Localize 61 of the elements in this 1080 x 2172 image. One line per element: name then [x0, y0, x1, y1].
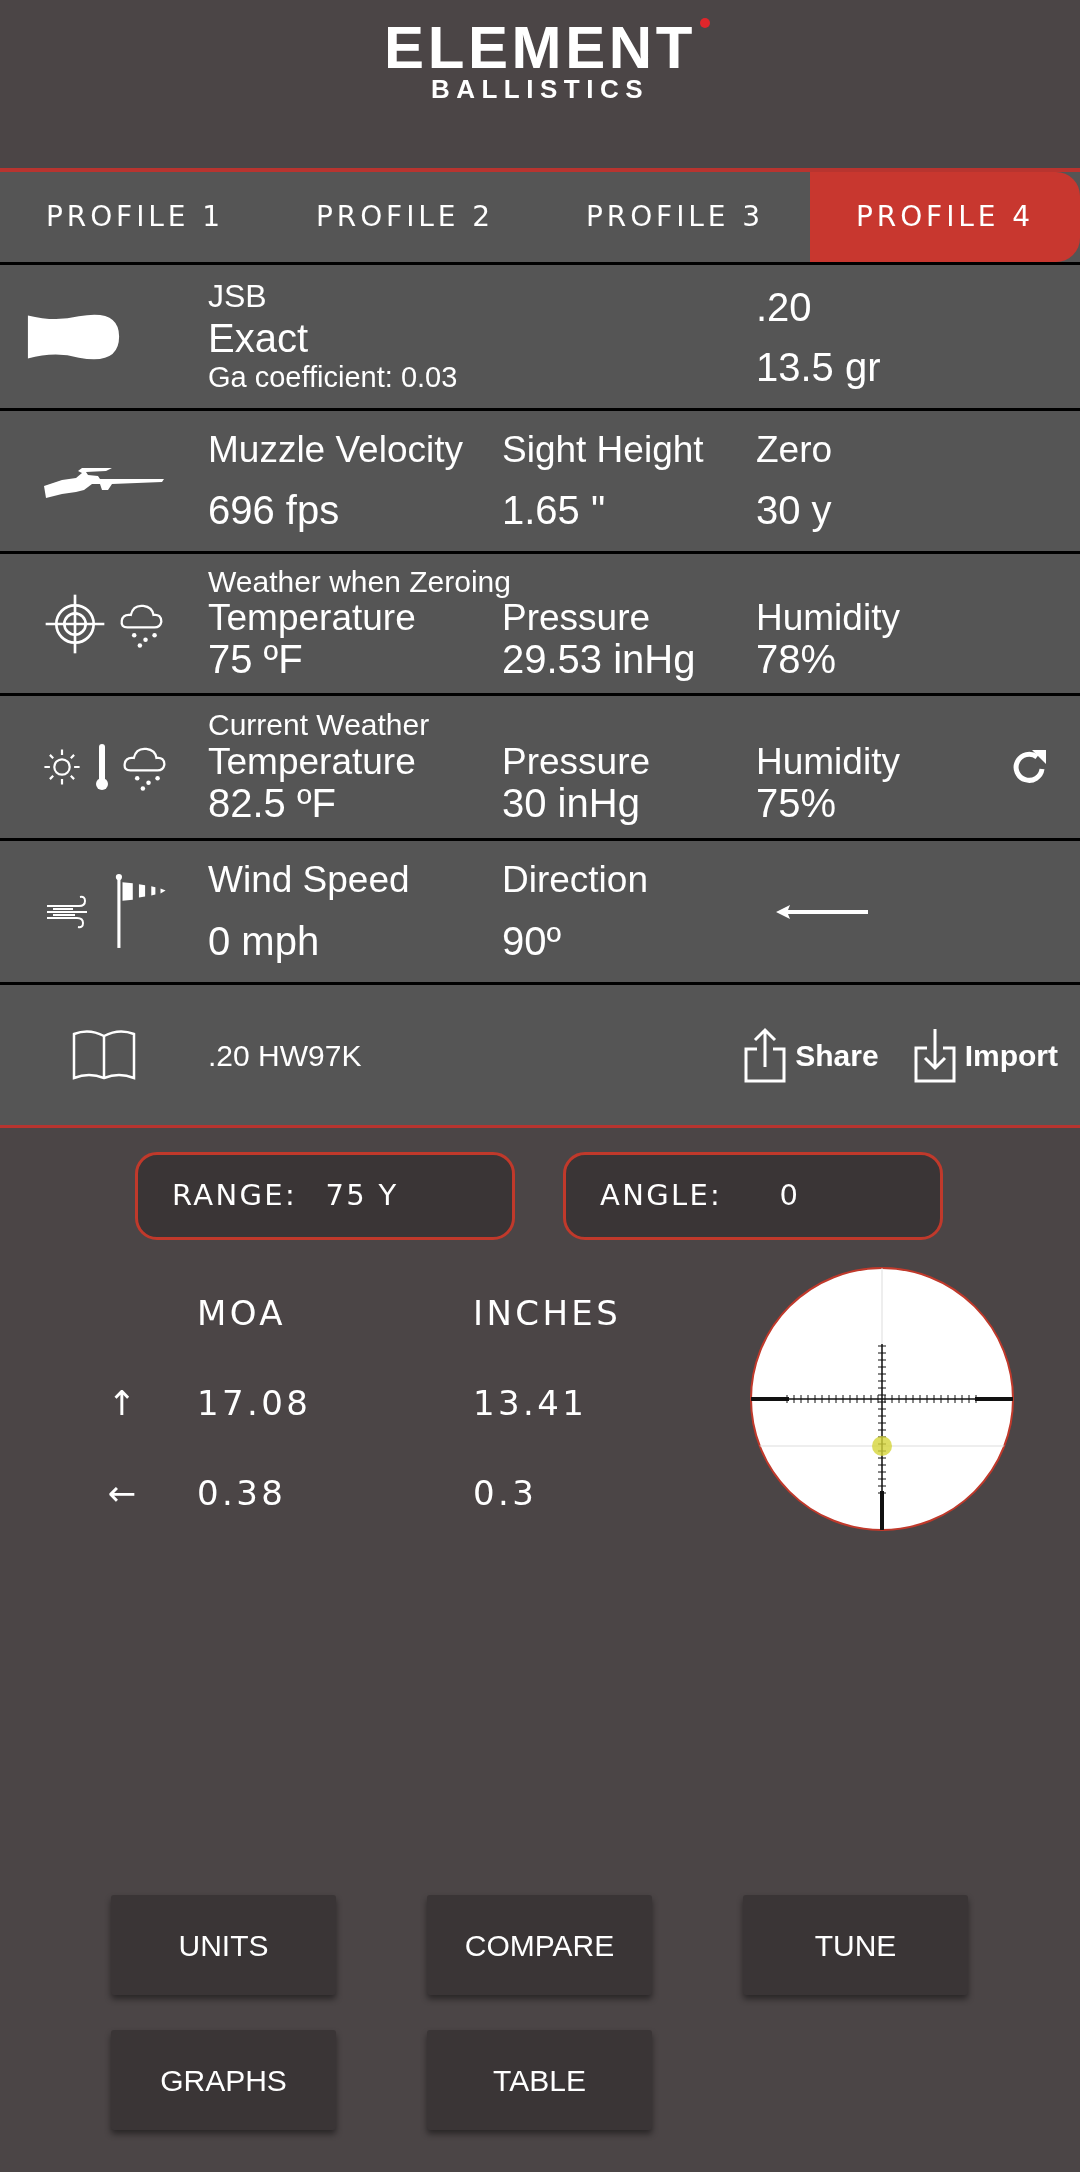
field-label: Wind Speed [208, 858, 411, 903]
field-value: 30 inHg [502, 781, 641, 825]
caliber-value: .20 [756, 284, 813, 331]
field-label: ANGLE: [600, 1177, 724, 1215]
section-title: Current Weather [208, 709, 430, 742]
field-value: 696 fps [208, 487, 341, 535]
field-value: 29.53 inHg [502, 638, 697, 682]
profile-tab[interactable]: PROFILE 4 [810, 172, 1080, 262]
column-header: MOA [197, 1291, 287, 1335]
field-label: Humidity [756, 598, 901, 639]
column-header: INCHES [473, 1291, 623, 1335]
action-button[interactable]: TUNE [743, 1895, 968, 1995]
field-label: RANGE: [172, 1177, 298, 1215]
range-field[interactable]: RANGE: 75 Y [135, 1152, 515, 1240]
correction-value: 0.3 [473, 1471, 539, 1515]
field-value: 0 mph [208, 917, 321, 965]
import-button[interactable]: Import [912, 1026, 1058, 1084]
logo-subtitle: BALLISTICS [430, 74, 650, 104]
field-label: Humidity [756, 741, 901, 782]
direction-arrow: ↑ [106, 1381, 141, 1425]
action-button[interactable]: TABLE [427, 2030, 652, 2130]
field-value: 78% [756, 638, 837, 682]
field-label: Zero [756, 427, 834, 472]
profile-tab[interactable]: PROFILE 3 [540, 172, 810, 262]
field-label: Temperature [208, 598, 416, 639]
book-icon[interactable] [71, 1028, 137, 1082]
field-label: Pressure [502, 598, 652, 639]
field-label: Direction [502, 858, 649, 903]
field-value: 75 ºF [208, 638, 303, 682]
bullet-name: Exact [208, 315, 310, 362]
field-value: 82.5 ºF [208, 781, 336, 825]
ballistic-coefficient: Ga coefficient: 0.03 [208, 361, 459, 395]
import-icon [912, 1026, 957, 1084]
field-value: 75 Y [324, 1177, 400, 1215]
field-value: 1.65 " [502, 487, 607, 535]
field-value: 30 y [756, 487, 833, 535]
field-value: 90º [502, 917, 563, 965]
action-button[interactable]: GRAPHS [111, 2030, 336, 2130]
correction-value: 13.41 [473, 1381, 589, 1425]
profile-tab[interactable]: PROFILE 2 [270, 172, 540, 262]
share-icon [743, 1027, 788, 1083]
section-title: Weather when Zeroing [208, 565, 511, 599]
share-button[interactable]: Share [743, 1027, 879, 1083]
field-label: Sight Height [502, 427, 705, 472]
action-button[interactable]: COMPARE [427, 1895, 652, 1995]
field-value: 75% [756, 781, 837, 825]
arrow-left-icon [776, 903, 868, 920]
field-label: Pressure [502, 741, 652, 782]
field-label: Temperature [208, 741, 417, 782]
direction-arrow: ← [106, 1471, 141, 1515]
bullet-weight: 13.5 gr [756, 344, 881, 391]
correction-value: 17.08 [197, 1381, 313, 1425]
field-value: 0 [778, 1177, 802, 1215]
field-label: Muzzle Velocity [208, 427, 464, 472]
logo-title: ELEMENT [384, 22, 696, 74]
profile-name: .20 HW97K [208, 1037, 363, 1074]
angle-field[interactable]: ANGLE: 0 [563, 1152, 943, 1240]
bullet-brand: JSB [208, 278, 268, 316]
correction-value: 0.38 [197, 1471, 288, 1515]
profile-tab[interactable]: PROFILE 1 [0, 172, 270, 262]
action-button[interactable]: UNITS [111, 1895, 336, 1995]
